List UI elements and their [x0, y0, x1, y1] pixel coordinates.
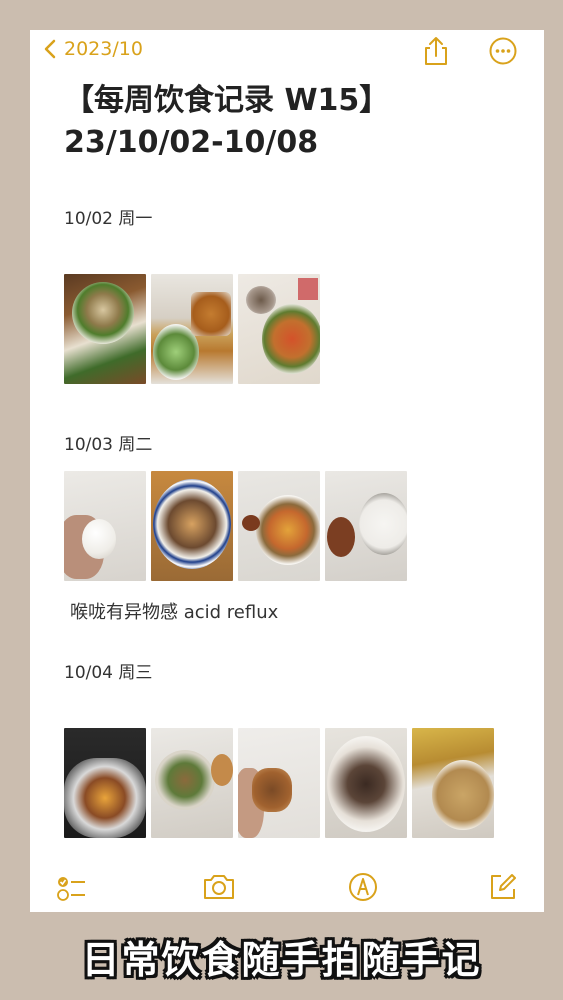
nav-bar: 2023/10: [30, 30, 544, 74]
more-icon: [489, 37, 517, 65]
share-button[interactable]: [422, 36, 450, 70]
compose-icon: [491, 874, 516, 899]
camera-icon: [204, 875, 234, 899]
share-icon: [425, 37, 447, 65]
more-button[interactable]: [488, 36, 518, 70]
note-title[interactable]: 【每周饮食记录 W15】 23/10/02-10/08: [64, 80, 524, 164]
notes-window: 2023/10 【每周饮食记录 W15】 23/10/02-10/08 10/0…: [30, 30, 544, 912]
back-button[interactable]: 2023/10: [44, 38, 143, 60]
checklist-button[interactable]: [56, 872, 88, 908]
day-label: 10/03 周二: [64, 435, 153, 455]
caption-banner: 日常饮食随手拍随手记: [81, 938, 482, 982]
food-photo[interactable]: [238, 274, 320, 384]
bottom-toolbar: [30, 868, 544, 912]
camera-button[interactable]: [202, 872, 236, 906]
food-photo[interactable]: [64, 471, 146, 581]
food-photo[interactable]: [325, 471, 407, 581]
food-photo[interactable]: [151, 728, 233, 838]
food-photo[interactable]: [238, 728, 320, 838]
compose-button[interactable]: [488, 872, 518, 906]
back-label: 2023/10: [64, 38, 143, 60]
markup-button[interactable]: [348, 872, 378, 906]
note-title-line1: 【每周饮食记录 W15】: [64, 83, 390, 118]
food-photo[interactable]: [238, 471, 320, 581]
markup-pen-icon: [349, 873, 377, 901]
checklist-icon: [57, 877, 85, 901]
food-photo[interactable]: [325, 728, 407, 838]
food-photo[interactable]: [412, 728, 494, 838]
photo-row: [64, 471, 407, 581]
day-label: 10/04 周三: [64, 663, 153, 683]
note-title-line2: 23/10/02-10/08: [64, 125, 319, 160]
day-label: 10/02 周一: [64, 209, 153, 229]
day-comment: 喉咙有异物感 acid reflux: [70, 602, 279, 623]
chevron-left-icon: [44, 39, 56, 59]
food-photo[interactable]: [64, 274, 146, 384]
photo-row: [64, 274, 320, 384]
food-photo[interactable]: [151, 471, 233, 581]
food-photo[interactable]: [64, 728, 146, 838]
photo-row: [64, 728, 494, 838]
food-photo[interactable]: [151, 274, 233, 384]
